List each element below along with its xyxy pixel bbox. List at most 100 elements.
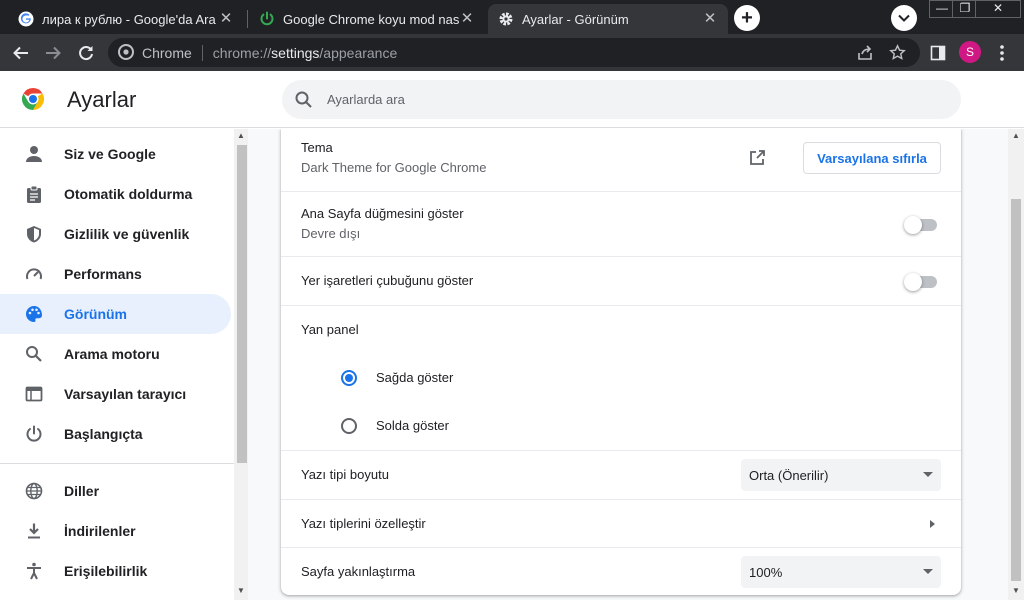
settings-header: Ayarlar xyxy=(0,71,1024,128)
side-panel-row: Yan panel Sağda göster Solda göster xyxy=(281,305,961,450)
customize-fonts-row[interactable]: Yazı tiplerini özelleştir xyxy=(281,499,961,547)
address-bar[interactable]: Chrome chrome://settings/appearance xyxy=(108,38,920,67)
side-panel-left-radio[interactable] xyxy=(341,418,357,434)
sidebar-item-label: Varsayılan tarayıcı xyxy=(64,386,187,402)
sidebar-item-label: Diller xyxy=(64,483,100,499)
reset-theme-button[interactable]: Varsayılana sıfırla xyxy=(803,142,941,174)
close-icon[interactable]: ✕ xyxy=(459,11,475,27)
new-tab-button[interactable]: + xyxy=(734,5,760,31)
sidebar-item-autofill[interactable]: Otomatik doldurma xyxy=(0,174,231,214)
accessibility-icon xyxy=(24,561,44,581)
font-size-value: Orta (Önerilir) xyxy=(749,467,829,483)
sidebar-item-on-startup[interactable]: Başlangıçta xyxy=(0,414,231,454)
search-icon xyxy=(295,91,312,108)
page-zoom-row: Sayfa yakınlaştırma 100% xyxy=(281,547,961,595)
page-zoom-value: 100% xyxy=(749,564,783,580)
font-size-label: Yazı tipi boyutu xyxy=(301,467,389,482)
browser-window-icon xyxy=(24,384,44,404)
sidebar-item-label: İndirilenler xyxy=(64,523,136,539)
close-icon[interactable]: ✕ xyxy=(702,11,718,27)
site-label: Chrome xyxy=(142,44,192,61)
tab-google-search[interactable]: лира к рублю - Google'da Ara ✕ xyxy=(8,4,244,34)
chevron-down-icon xyxy=(898,14,910,22)
home-button-status: Devre dışı xyxy=(301,226,361,241)
url-text[interactable]: chrome://settings/appearance xyxy=(213,45,397,61)
tab-strip: лира к рублю - Google'da Ara ✕ Google Ch… xyxy=(0,0,1024,34)
bookmarks-bar-toggle[interactable] xyxy=(904,273,937,291)
theme-label: Tema xyxy=(301,140,333,155)
side-panel-button[interactable] xyxy=(926,41,950,65)
home-button-toggle[interactable] xyxy=(904,216,937,234)
tab-search-button[interactable] xyxy=(891,5,917,31)
sidebar-scrollbar-thumb[interactable] xyxy=(237,145,247,463)
sidebar-item-accessibility[interactable]: Erişilebilirlik xyxy=(0,551,231,591)
page-title: Ayarlar xyxy=(67,87,137,112)
sidebar-item-label: Erişilebilirlik xyxy=(64,563,148,579)
font-size-select[interactable]: Orta (Önerilir) xyxy=(741,459,941,491)
back-button[interactable] xyxy=(9,41,33,65)
tab-settings-appearance[interactable]: Ayarlar - Görünüm ✕ xyxy=(488,4,728,34)
close-icon[interactable]: ✕ xyxy=(218,11,234,27)
sidebar-item-default-browser[interactable]: Varsayılan tarayıcı xyxy=(0,374,231,414)
chevron-right-icon xyxy=(930,520,935,528)
reload-icon xyxy=(79,46,93,61)
person-icon xyxy=(24,144,44,164)
page-zoom-select[interactable]: 100% xyxy=(741,556,941,588)
toggle-knob xyxy=(904,216,922,234)
scroll-up-arrow[interactable]: ▲ xyxy=(1012,131,1020,140)
sidebar-item-search-engine[interactable]: Arama motoru xyxy=(0,334,231,374)
sidebar-item-label: Başlangıçta xyxy=(64,426,143,442)
customize-fonts-label: Yazı tiplerini özelleştir xyxy=(301,516,426,531)
close-window-button[interactable]: ✕ xyxy=(975,0,1021,18)
power-icon xyxy=(260,11,274,26)
sidebar-item-label: Arama motoru xyxy=(64,346,160,362)
home-button-row[interactable]: Ana Sayfa düğmesini göster Devre dışı xyxy=(281,191,961,256)
search-icon xyxy=(24,344,44,364)
power-icon xyxy=(24,424,44,444)
sidebar-item-appearance[interactable]: Görünüm xyxy=(0,294,231,334)
theme-value: Dark Theme for Google Chrome xyxy=(301,160,487,175)
settings-main: Tema Dark Theme for Google Chrome Varsay… xyxy=(248,129,1024,600)
main-scrollbar-thumb[interactable] xyxy=(1011,199,1021,581)
reload-button[interactable] xyxy=(74,41,98,65)
bookmarks-bar-row[interactable]: Yer işaretleri çubuğunu göster xyxy=(281,256,961,305)
star-icon[interactable] xyxy=(889,44,906,61)
share-icon[interactable] xyxy=(857,44,874,61)
scroll-down-arrow[interactable]: ▼ xyxy=(237,586,245,595)
speedometer-icon xyxy=(24,264,44,284)
more-vert-icon xyxy=(1000,45,1004,61)
side-panel-left-label[interactable]: Solda göster xyxy=(376,418,449,433)
toggle-knob xyxy=(904,273,922,291)
scroll-down-arrow[interactable]: ▼ xyxy=(1012,586,1020,595)
open-in-new-icon[interactable] xyxy=(748,149,766,167)
side-panel-icon xyxy=(930,45,946,61)
sidebar-item-performance[interactable]: Performans xyxy=(0,254,231,294)
shield-icon xyxy=(24,224,44,244)
forward-button[interactable] xyxy=(41,41,65,65)
scroll-up-arrow[interactable]: ▲ xyxy=(237,131,245,140)
sidebar-item-privacy[interactable]: Gizlilik ve güvenlik xyxy=(0,214,231,254)
sidebar-divider xyxy=(0,463,234,464)
menu-button[interactable] xyxy=(990,41,1014,65)
download-icon xyxy=(24,521,44,541)
side-panel-label: Yan panel xyxy=(301,322,359,337)
tab-chrome-dark-mode[interactable]: Google Chrome koyu mod nasıl aç ✕ xyxy=(249,4,485,34)
sidebar-item-label: Görünüm xyxy=(64,306,127,322)
side-panel-right-radio[interactable] xyxy=(341,370,357,386)
tab-title: Ayarlar - Görünüm xyxy=(522,11,629,27)
avatar[interactable]: S xyxy=(959,41,981,63)
caret-down-icon xyxy=(923,569,933,574)
sidebar-item-downloads[interactable]: İndirilenler xyxy=(0,511,231,551)
font-size-row: Yazı tipi boyutu Orta (Önerilir) xyxy=(281,450,961,499)
tab-separator xyxy=(247,10,248,28)
side-panel-right-label[interactable]: Sağda göster xyxy=(376,370,453,385)
search-input[interactable] xyxy=(327,92,887,107)
globe-icon xyxy=(24,481,44,501)
sidebar: Siz ve Google Otomatik doldurma Gizlilik… xyxy=(0,129,248,600)
arrow-right-icon xyxy=(46,46,61,60)
settings-search[interactable] xyxy=(282,80,961,119)
sidebar-item-you-and-google[interactable]: Siz ve Google xyxy=(0,134,231,174)
arrow-left-icon xyxy=(13,46,28,60)
google-g-icon xyxy=(18,11,34,27)
sidebar-item-languages[interactable]: Diller xyxy=(0,471,231,511)
